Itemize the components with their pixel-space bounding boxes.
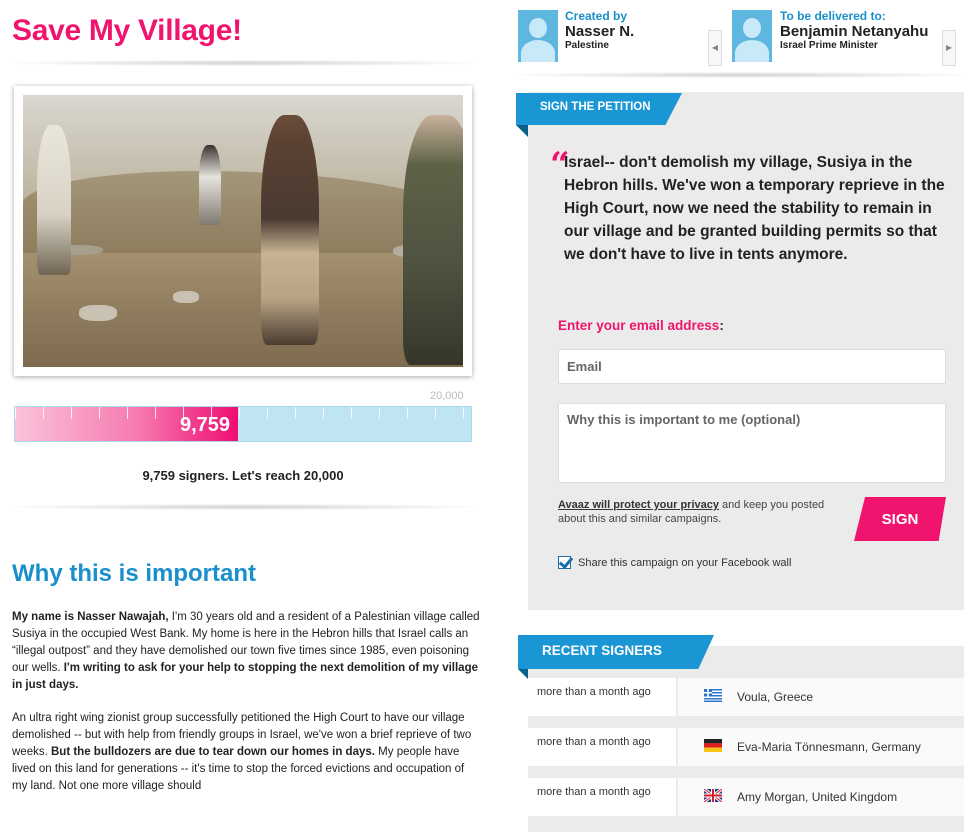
page-title: Save My Village! — [12, 14, 242, 47]
creator-label: Created by — [565, 9, 628, 23]
avatar — [518, 10, 558, 62]
signer-name: Amy Morgan, United Kingdom — [737, 790, 898, 804]
divider — [516, 72, 966, 78]
why-p1-bold2: I'm writing to ask for your help to stop… — [12, 662, 478, 691]
uk-flag-icon — [704, 789, 722, 802]
why-paragraph-2: An ultra right wing zionist group succes… — [12, 710, 482, 795]
recipient-label: To be delivered to: — [780, 9, 886, 23]
left-column: Save My Village! 20,000 9,759 9,759 sign… — [0, 0, 490, 832]
signer-time: more than a month ago — [528, 678, 676, 716]
why-p2-bold: But the bulldozers are due to tear down … — [51, 746, 375, 758]
goal-label: 20,000 — [430, 390, 464, 402]
recipient-name: Benjamin Netanyahu — [780, 23, 929, 40]
facebook-share-label: Share this campaign on your Facebook wal… — [578, 556, 792, 569]
sign-button[interactable]: SIGN — [854, 497, 946, 541]
email-label: Enter your email address: — [558, 318, 724, 333]
petition-tab: SIGN THE PETITION — [516, 93, 682, 125]
recipient-card: ◀ To be delivered to: Benjamin Netanyahu… — [708, 10, 956, 66]
signer-time: more than a month ago — [528, 778, 676, 816]
greece-flag-icon — [704, 689, 722, 702]
list-item: more than a month ago Eva-Maria Tönnesma… — [528, 728, 964, 770]
why-paragraph-1: My name is Nasser Nawajah, I'm 30 years … — [12, 609, 482, 694]
signer-name: Voula, Greece — [737, 690, 814, 704]
facebook-share-option[interactable]: Share this campaign on your Facebook wal… — [558, 556, 791, 569]
creator-card: Created by Nasser N. Palestine — [518, 10, 708, 66]
petition-text: Israel-- don't demolish my village, Susi… — [564, 154, 945, 263]
privacy-link[interactable]: Avaaz will protect your privacy — [558, 499, 719, 511]
privacy-notice: Avaaz will protect your privacy and keep… — [558, 499, 825, 525]
right-column: Created by Nasser N. Palestine ◀ To be d… — [510, 0, 966, 832]
signer-name: Eva-Maria Tönnesmann, Germany — [737, 740, 921, 754]
germany-flag-icon — [704, 739, 722, 752]
why-body: My name is Nasser Nawajah, I'm 30 years … — [12, 609, 482, 811]
divider — [12, 504, 476, 510]
creator-name: Nasser N. — [565, 23, 635, 40]
progress-ticks — [15, 407, 471, 419]
signer-time: more than a month ago — [528, 728, 676, 766]
recipient-title: Israel Prime Minister — [780, 40, 878, 51]
why-title: Why this is important — [12, 560, 257, 587]
avatar — [732, 10, 772, 62]
comment-field[interactable] — [558, 403, 946, 483]
email-field[interactable] — [558, 349, 946, 384]
divider — [12, 60, 476, 66]
signers-summary: 9,759 signers. Let's reach 20,000 — [142, 468, 344, 483]
caret-right-icon[interactable]: ▶ — [942, 30, 956, 66]
why-p1-bold: My name is Nasser Nawajah, — [12, 611, 169, 623]
progress-count: 9,759 — [180, 414, 231, 436]
caret-left-icon[interactable]: ◀ — [708, 30, 722, 66]
creator-location: Palestine — [565, 40, 609, 51]
recent-signers-tab: RECENT SIGNERS — [518, 635, 714, 669]
list-item: more than a month ago Voula, Greece — [528, 678, 964, 720]
progress-bar: 9,759 — [14, 406, 472, 442]
campaign-photo — [14, 86, 472, 376]
checkbox-checked-icon[interactable] — [558, 556, 571, 569]
photo-image — [23, 95, 463, 367]
list-item: more than a month ago Amy Morgan, United… — [528, 778, 964, 820]
